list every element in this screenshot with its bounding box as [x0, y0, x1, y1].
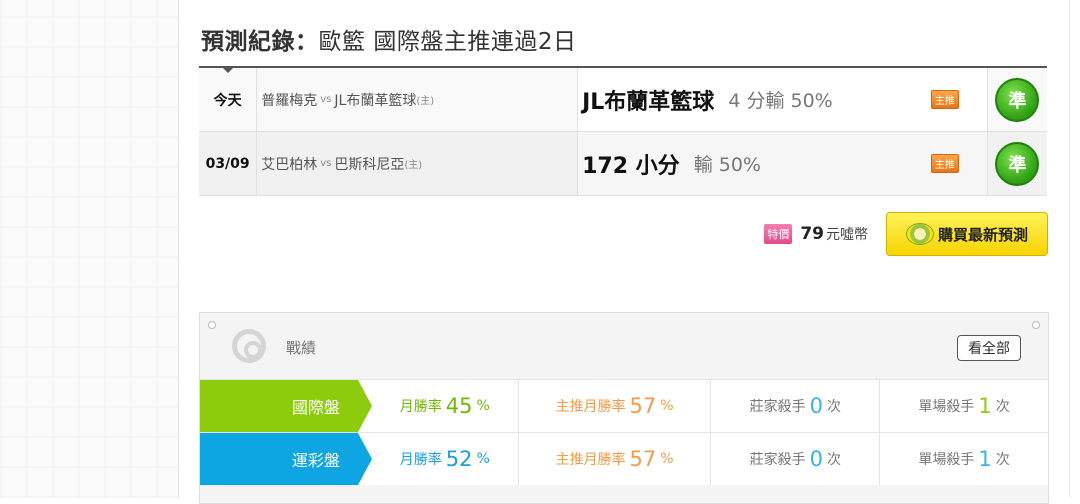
view-all-button[interactable]: 看全部 — [957, 335, 1021, 361]
correct-icon: 準 — [995, 77, 1040, 122]
single-label: 單場殺手 — [918, 452, 975, 468]
category-label: 運彩盤 — [200, 433, 372, 485]
team-a: 普羅梅克 — [261, 92, 318, 109]
record-match[interactable]: 艾巴柏林 vs 巴斯科尼亞 (主) — [257, 132, 579, 195]
title-sport: 歐籃 — [318, 29, 366, 55]
special-price-badge: 特價 — [764, 224, 793, 244]
month-win-rate: 月勝率 52 % — [372, 433, 519, 485]
purchase-area: 特價 79 元噓幣 購買最新預測 — [764, 212, 1048, 256]
month-rate-value: 52 — [445, 447, 473, 471]
vs-label: vs — [320, 158, 332, 169]
single-killer: 單場殺手 1 次 — [880, 433, 1048, 485]
record-date: 03/09 — [199, 132, 258, 195]
record-match[interactable]: 普羅梅克 vs JL布蘭革籃球 (主) — [257, 68, 579, 131]
prediction-panel: 預測紀錄：歐籃 國際盤主推連過2日 今天 普羅梅克 vs JL布蘭革籃球 (主)… — [178, 0, 1070, 504]
price-unit: 元噓幣 — [826, 227, 868, 243]
title-label: 預測紀錄： — [201, 29, 319, 55]
team-b: 巴斯科尼亞 — [334, 156, 405, 173]
banker-count: 0 — [809, 394, 823, 418]
percent-sign: % — [476, 398, 490, 414]
stats-row-international: 國際盤 月勝率 45 % 主推月勝率 57 % 莊家殺手 0 次 單場殺手 1 … — [200, 379, 1048, 432]
times-unit: 次 — [827, 452, 841, 468]
prediction-detail: 輸 50% — [693, 154, 761, 176]
record-prediction: JL布蘭革籃球 4 分輸 50% 主推 — [578, 68, 988, 131]
title-streak: 國際盤主推連過2日 — [373, 29, 577, 55]
today-marker-icon — [221, 66, 235, 73]
record-prediction: 172 小分 輸 50% 主推 — [578, 132, 988, 195]
stats-row-lottery: 運彩盤 月勝率 52 % 主推月勝率 57 % 莊家殺手 0 次 單場殺手 1 … — [200, 432, 1048, 485]
team-b: JL布蘭革籃球 — [334, 92, 417, 109]
month-win-rate: 月勝率 45 % — [372, 380, 519, 432]
vs-label: vs — [320, 94, 332, 105]
single-count: 1 — [978, 447, 992, 471]
record-row: 03/09 艾巴柏林 vs 巴斯科尼亞 (主) 172 小分 輸 50% 主推 … — [199, 132, 1047, 196]
price-value: 79 — [800, 224, 824, 244]
record-date-text: 今天 — [213, 92, 242, 109]
single-label: 單場殺手 — [918, 399, 975, 415]
banker-killer: 莊家殺手 0 次 — [711, 433, 881, 485]
category-label: 國際盤 — [200, 380, 372, 432]
main-pick-win-rate: 主推月勝率 57 % — [519, 433, 712, 485]
correct-icon: 準 — [995, 141, 1040, 186]
main-rate-label: 主推月勝率 — [555, 399, 626, 415]
main-pick-badge: 主推 — [930, 90, 959, 109]
main-rate-value: 57 — [629, 394, 657, 418]
times-unit: 次 — [995, 452, 1010, 468]
main-pick-win-rate: 主推月勝率 57 % — [519, 380, 712, 432]
percent-sign: % — [660, 451, 674, 467]
page-title: 預測紀錄：歐籃 國際盤主推連過2日 — [201, 22, 576, 56]
corner-dot — [1032, 321, 1040, 329]
banker-label: 莊家殺手 — [749, 452, 806, 468]
stats-header: 戰績 看全部 — [200, 313, 1048, 379]
main-pick-badge: 主推 — [930, 154, 959, 173]
record-date: 今天 — [199, 66, 258, 131]
team-a: 艾巴柏林 — [261, 156, 318, 173]
home-mark: (主) — [404, 160, 423, 171]
background-pattern — [0, 0, 178, 498]
percent-sign: % — [476, 451, 490, 467]
record-result: 準 — [988, 68, 1047, 131]
main-rate-label: 主推月勝率 — [555, 452, 626, 468]
banker-count: 0 — [809, 447, 823, 471]
buy-button-label: 購買最新預測 — [937, 225, 1028, 244]
month-rate-label: 月勝率 — [399, 399, 442, 415]
stats-panel: 戰績 看全部 國際盤 月勝率 45 % 主推月勝率 57 % 莊家殺手 0 次 … — [199, 312, 1049, 504]
coin-icon — [905, 223, 934, 245]
banker-killer: 莊家殺手 0 次 — [711, 380, 881, 432]
home-mark: (主) — [416, 96, 435, 107]
target-icon — [232, 329, 266, 363]
times-unit: 次 — [995, 399, 1010, 415]
corner-dot — [208, 321, 216, 329]
main-rate-value: 57 — [629, 447, 657, 471]
buy-prediction-button[interactable]: 購買最新預測 — [886, 212, 1048, 256]
single-killer: 單場殺手 1 次 — [880, 380, 1048, 432]
record-table: 今天 普羅梅克 vs JL布蘭革籃球 (主) JL布蘭革籃球 4 分輸 50% … — [199, 66, 1047, 196]
prediction-detail: 4 分輸 50% — [728, 90, 833, 112]
stats-title: 戰績 — [286, 339, 317, 357]
banker-label: 莊家殺手 — [749, 399, 806, 415]
record-result: 準 — [988, 132, 1047, 195]
month-rate-value: 45 — [445, 394, 473, 418]
month-rate-label: 月勝率 — [399, 452, 442, 468]
single-count: 1 — [978, 394, 992, 418]
prediction-pick: 172 小分 — [582, 153, 680, 179]
record-row: 今天 普羅梅克 vs JL布蘭革籃球 (主) JL布蘭革籃球 4 分輸 50% … — [199, 66, 1047, 132]
times-unit: 次 — [827, 399, 841, 415]
record-date-text: 03/09 — [205, 155, 250, 172]
percent-sign: % — [660, 398, 674, 414]
prediction-pick: JL布蘭革籃球 — [582, 89, 715, 115]
